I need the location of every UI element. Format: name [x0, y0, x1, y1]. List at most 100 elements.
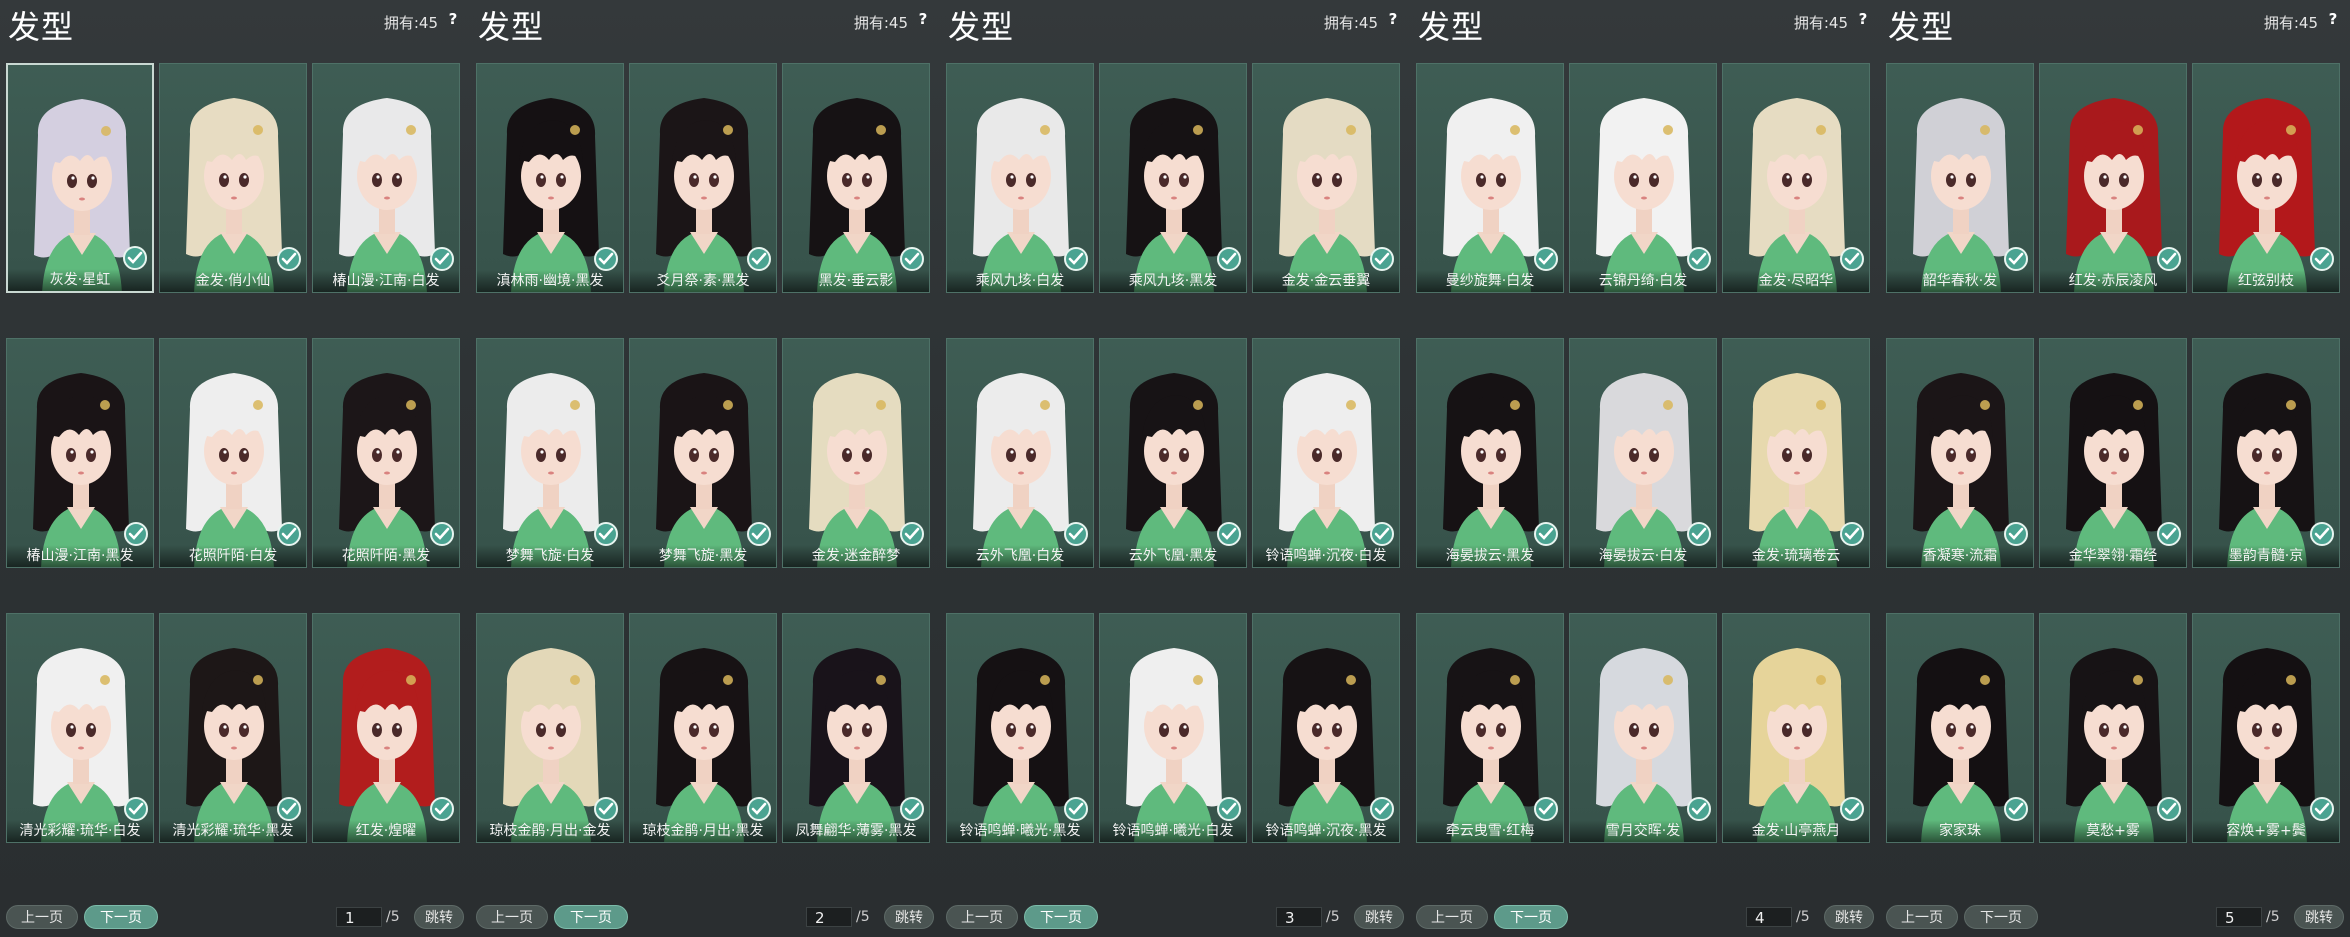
owned-check-icon — [2310, 797, 2334, 821]
help-icon[interactable]: ? — [1852, 8, 1874, 30]
hairstyle-card[interactable]: 墨韵青髓·京 — [2192, 338, 2340, 568]
hairstyle-card[interactable]: 金发·金云垂翼 — [1252, 63, 1400, 293]
hairstyle-card[interactable]: 莫愁+雾 — [2039, 613, 2187, 843]
jump-button[interactable]: 跳转 — [884, 905, 934, 929]
pagination: 上一页 下一页 3/5 跳转 — [940, 905, 1410, 931]
owned-check-icon — [2157, 522, 2181, 546]
hairstyle-name: 海晏拔云·黑发 — [1417, 545, 1563, 567]
hairstyle-card[interactable]: 椿山漫·江南·黑发 — [6, 338, 154, 568]
hairstyle-name: 铃语鸣蝉·曦光·黑发 — [947, 820, 1093, 842]
hairstyle-card[interactable]: 爻月祭·素·黑发 — [629, 63, 777, 293]
hairstyle-card[interactable]: 海晏拔云·黑发 — [1416, 338, 1564, 568]
prev-page-button[interactable]: 上一页 — [6, 905, 78, 929]
help-icon[interactable]: ? — [912, 8, 934, 30]
hairstyle-card[interactable]: 铃语鸣蝉·曦光·白发 — [1099, 613, 1247, 843]
owned-check-icon — [124, 797, 148, 821]
help-icon[interactable]: ? — [442, 8, 464, 30]
hairstyle-card[interactable]: 金发·尽昭华 — [1722, 63, 1870, 293]
hairstyle-card[interactable]: 家家珠 — [1886, 613, 2034, 843]
hairstyle-card[interactable]: 铃语鸣蝉·曦光·黑发 — [946, 613, 1094, 843]
hairstyle-grid: 曼纱旋舞·白发 云锦丹绮·白发 金发·尽昭华海晏拔云·黑发 海晏拔云·白发 金发·琉璃卷… — [1416, 63, 1872, 843]
page-number-input[interactable]: 1 — [336, 907, 382, 927]
help-icon[interactable]: ? — [2322, 8, 2344, 30]
next-page-button[interactable]: 下一页 — [1024, 905, 1098, 929]
hairstyle-card[interactable]: 花照阡陌·黑发 — [312, 338, 460, 568]
hairstyle-card[interactable]: 红发·煌曜 — [312, 613, 460, 843]
panel-title: 发型 — [1888, 8, 1955, 46]
hairstyle-name: 乘风九垓·白发 — [947, 270, 1093, 292]
panel-title: 发型 — [478, 8, 545, 46]
hairstyle-name: 金发·金云垂翼 — [1253, 270, 1399, 292]
hairstyle-card[interactable]: 金发·琉璃卷云 — [1722, 338, 1870, 568]
hairstyle-card[interactable]: 海晏拔云·白发 — [1569, 338, 1717, 568]
page-total: /5 — [386, 909, 400, 925]
next-page-button[interactable]: 下一页 — [84, 905, 158, 929]
hairstyle-name: 滇林雨·幽境·黑发 — [477, 270, 623, 292]
hairstyle-name: 铃语鸣蝉·沉夜·黑发 — [1253, 820, 1399, 842]
hairstyle-name: 韶华春秋·发 — [1887, 270, 2033, 292]
hairstyle-card[interactable]: 金发·山亭燕月 — [1722, 613, 1870, 843]
hairstyle-card[interactable]: 金华翠翎·霜经 — [2039, 338, 2187, 568]
hairstyle-card[interactable]: 梦舞飞旋·白发 — [476, 338, 624, 568]
hairstyle-name: 琼枝金鹃·月出·黑发 — [630, 820, 776, 842]
hairstyle-card[interactable]: 雪月交晖·发 — [1569, 613, 1717, 843]
prev-page-button[interactable]: 上一页 — [1886, 905, 1958, 929]
jump-button[interactable]: 跳转 — [1354, 905, 1404, 929]
hairstyle-card[interactable]: 梦舞飞旋·黑发 — [629, 338, 777, 568]
hairstyle-card[interactable]: 黑发·垂云影 — [782, 63, 930, 293]
page-number-input[interactable]: 2 — [806, 907, 852, 927]
page-number-input[interactable]: 3 — [1276, 907, 1322, 927]
panel-title: 发型 — [8, 8, 75, 46]
hairstyle-card[interactable]: 金发·俏小仙 — [159, 63, 307, 293]
hairstyle-card[interactable]: 灰发·星虹 — [6, 63, 154, 293]
owned-check-icon — [900, 247, 924, 271]
hairstyle-card[interactable]: 云锦丹绮·白发 — [1569, 63, 1717, 293]
hairstyle-card[interactable]: 乘风九垓·白发 — [946, 63, 1094, 293]
hairstyle-card[interactable]: 云外飞凰·白发 — [946, 338, 1094, 568]
hairstyle-card[interactable]: 琼枝金鹃·月出·黑发 — [629, 613, 777, 843]
hairstyle-card[interactable]: 曼纱旋舞·白发 — [1416, 63, 1564, 293]
hairstyle-card[interactable]: 凤舞翩华·薄雾·黑发 — [782, 613, 930, 843]
hairstyle-card[interactable]: 红发·赤辰凌风 — [2039, 63, 2187, 293]
hairstyle-name: 墨韵青髓·京 — [2193, 545, 2339, 567]
hairstyle-panel-5: 发型 拥有:45? 韶华春秋·发 红发·赤辰凌风 红弦别枝 香凝寒·流霜 金华翠翎·霜经 墨韵… — [1880, 0, 2350, 937]
owned-check-icon — [1370, 522, 1394, 546]
hairstyle-card[interactable]: 清光彩耀·琉华·黑发 — [159, 613, 307, 843]
prev-page-button[interactable]: 上一页 — [946, 905, 1018, 929]
jump-button[interactable]: 跳转 — [414, 905, 464, 929]
page-number-input[interactable]: 4 — [1746, 907, 1792, 927]
hairstyle-card[interactable]: 清光彩耀·琉华·白发 — [6, 613, 154, 843]
help-icon[interactable]: ? — [1382, 8, 1404, 30]
next-page-button[interactable]: 下一页 — [1964, 905, 2038, 929]
owned-check-icon — [1687, 797, 1711, 821]
hairstyle-panel-2: 发型 拥有:45? 滇林雨·幽境·黑发 爻月祭·素·黑发 黑发·垂云影 梦舞飞旋·白发 梦舞… — [470, 0, 940, 937]
hairstyle-card[interactable]: 香凝寒·流霜 — [1886, 338, 2034, 568]
jump-button[interactable]: 跳转 — [2294, 905, 2344, 929]
hairstyle-card[interactable]: 椿山漫·江南·白发 — [312, 63, 460, 293]
hairstyle-card[interactable]: 滇林雨·幽境·黑发 — [476, 63, 624, 293]
prev-page-button[interactable]: 上一页 — [476, 905, 548, 929]
hairstyle-card[interactable]: 韶华春秋·发 — [1886, 63, 2034, 293]
hairstyle-card[interactable]: 容焕+雾+鬓 — [2192, 613, 2340, 843]
page-total: /5 — [1796, 909, 1810, 925]
hairstyle-pages: 发型 拥有:45? 灰发·星虹 金发·俏小仙 椿山漫·江南·白发 椿山漫·江南·黑发 花照阡… — [0, 0, 2350, 937]
hairstyle-card[interactable]: 金发·迷金醉梦 — [782, 338, 930, 568]
next-page-button[interactable]: 下一页 — [1494, 905, 1568, 929]
hairstyle-name: 凤舞翩华·薄雾·黑发 — [783, 820, 929, 842]
hairstyle-name: 梦舞飞旋·白发 — [477, 545, 623, 567]
hairstyle-card[interactable]: 铃语鸣蝉·沉夜·黑发 — [1252, 613, 1400, 843]
owned-check-icon — [1534, 797, 1558, 821]
prev-page-button[interactable]: 上一页 — [1416, 905, 1488, 929]
hairstyle-card[interactable]: 琼枝金鹃·月出·金发 — [476, 613, 624, 843]
owned-check-icon — [124, 522, 148, 546]
hairstyle-card[interactable]: 乘风九垓·黑发 — [1099, 63, 1247, 293]
hairstyle-card[interactable]: 牵云曳雪·红梅 — [1416, 613, 1564, 843]
next-page-button[interactable]: 下一页 — [554, 905, 628, 929]
page-number-input[interactable]: 5 — [2216, 907, 2262, 927]
jump-button[interactable]: 跳转 — [1824, 905, 1874, 929]
hairstyle-card[interactable]: 花照阡陌·白发 — [159, 338, 307, 568]
hairstyle-name: 金华翠翎·霜经 — [2040, 545, 2186, 567]
hairstyle-card[interactable]: 云外飞凰·黑发 — [1099, 338, 1247, 568]
hairstyle-card[interactable]: 红弦别枝 — [2192, 63, 2340, 293]
hairstyle-card[interactable]: 铃语鸣蝉·沉夜·白发 — [1252, 338, 1400, 568]
